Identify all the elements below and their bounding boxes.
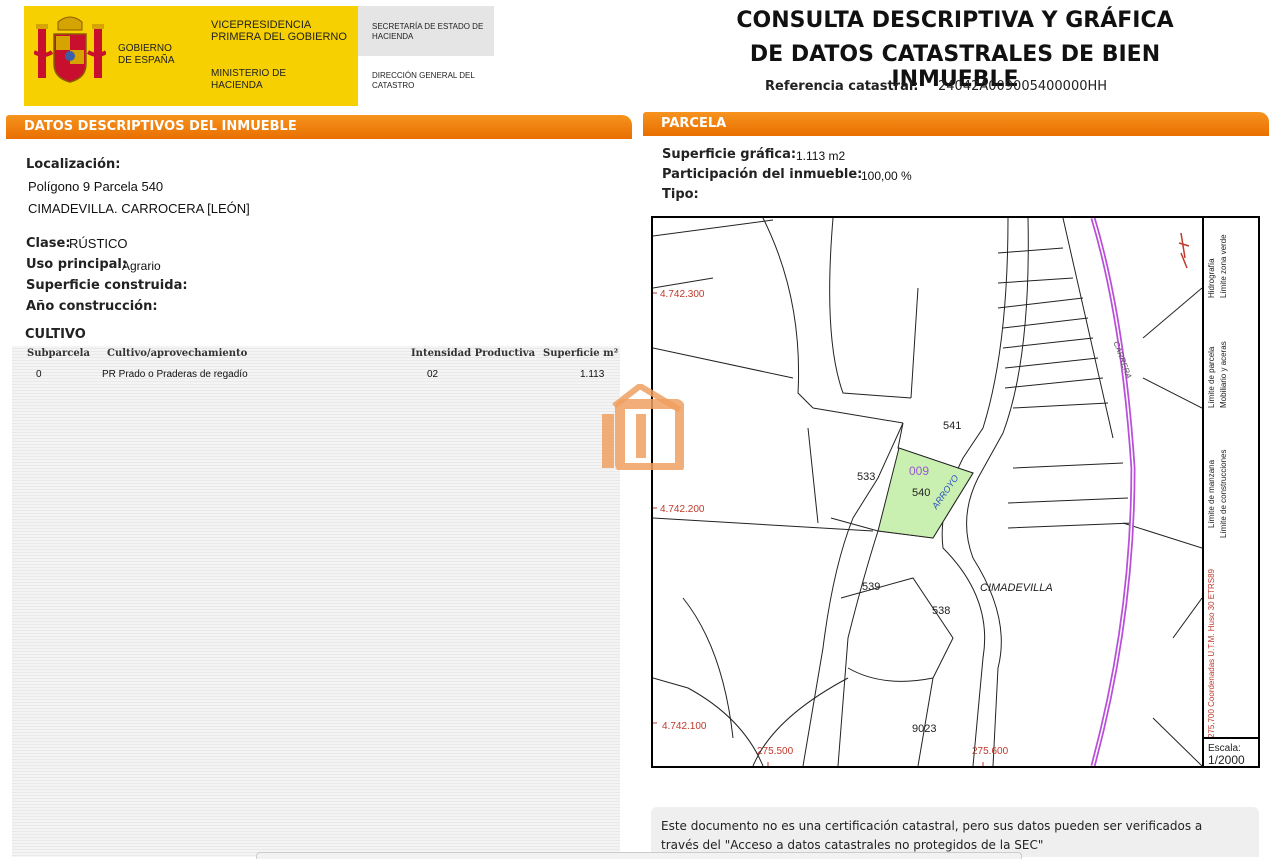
parcel-number: 533: [857, 471, 876, 483]
localizacion-line2: CIMADEVILLA. CARROCERA [LEÓN]: [28, 201, 250, 216]
cell-superficie: 1.113: [580, 369, 605, 380]
tipo-label: Tipo:: [662, 187, 699, 202]
ref-value: 24042A009005400000HH: [938, 79, 1108, 94]
section-header-descriptivos: DATOS DESCRIPTIVOS DEL INMUEBLE: [6, 115, 632, 139]
cultivo-title: CULTIVO: [25, 327, 86, 342]
coat-of-arms-icon: [34, 16, 106, 83]
col-header-cultivo: Cultivo/aprovechamiento: [107, 348, 248, 359]
direccion-label: DIRECCIÓN GENERAL DEL CATASTRO: [372, 71, 475, 90]
col-header-subparcela: Subparcela: [27, 348, 90, 359]
poligono-number: 009: [909, 464, 930, 478]
page-title-line1: CONSULTA DESCRIPTIVA Y GRÁFICA: [736, 8, 1174, 33]
x-label: 275.600: [972, 746, 1009, 757]
vicepresidencia-label: VICEPRESIDENCIA PRIMERA DEL GOBIERNO: [211, 19, 347, 43]
ministerio-label: MINISTERIO DE HACIENDA: [211, 68, 287, 91]
disclaimer-line2: través del "Acceso a datos catastrales n…: [661, 838, 1044, 852]
gov-name: GOBIERNO DE ESPAÑA: [118, 43, 175, 66]
participacion-value: 100,00 %: [861, 169, 912, 183]
clase-label: Clase:: [26, 236, 71, 251]
parcel-number: 541: [943, 420, 962, 432]
cell-cultivo: PR Prado o Praderas de regadío: [102, 369, 248, 380]
localizacion-label: Localización:: [26, 157, 121, 172]
legend-limite-zona-verde: Límite zona verde: [1219, 234, 1228, 298]
y-label: 4.742.100: [662, 721, 707, 732]
parcel-number-selected[interactable]: 540: [912, 487, 930, 499]
cultivo-table: [12, 346, 620, 857]
horizontal-scrollbar[interactable]: [256, 852, 1022, 859]
disclaimer-line1: Este documento no es una certificación c…: [661, 819, 1203, 833]
watermark-logo-icon: [602, 384, 684, 470]
cell-intensidad: 02: [427, 369, 439, 380]
col-header-intensidad: Intensidad Productiva: [411, 348, 536, 359]
secretaria-label: SECRETARÍA DE ESTADO DE HACIENDA: [372, 22, 484, 41]
legend-scale-divider: [1204, 737, 1260, 739]
legend-hidrografia: Hidrografía: [1207, 258, 1216, 298]
superficie-grafica-value: 1.113 m2: [796, 149, 846, 163]
participacion-label: Participación del inmueble:: [662, 167, 863, 182]
superficie-construida-label: Superficie construida:: [26, 278, 188, 293]
parcel-number: 9023: [912, 723, 937, 735]
cell-subparcela: 0: [36, 369, 42, 380]
section-header-parcela: PARCELA: [643, 112, 1269, 136]
anio-construccion-label: Año construcción:: [26, 299, 158, 314]
table-row: 0 PR Prado o Praderas de regadío 02 1.11…: [12, 364, 620, 384]
legend-limite-manzana: Límite de manzana: [1207, 459, 1216, 528]
superficie-grafica-label: Superficie gráfica:: [662, 147, 797, 162]
y-label: 4.742.200: [660, 504, 705, 515]
legend-limite-construcciones: Límite de construcciones: [1219, 449, 1228, 539]
localizacion-line1: Polígono 9 Parcela 540: [28, 179, 164, 194]
col-header-superficie: Superficie m²: [543, 348, 619, 359]
ref-label: Referencia catastral:: [765, 79, 919, 94]
parcel-number: 538: [932, 605, 951, 617]
place-label: CIMADEVILLA: [980, 582, 1053, 594]
scale-value: 1/2000: [1208, 753, 1245, 767]
clase-value: RÚSTICO: [69, 236, 128, 251]
parcel-number: 539: [862, 581, 881, 593]
legend-mobiliario: Mobiliario y aceras: [1219, 341, 1228, 408]
y-label: 4.742.300: [660, 289, 705, 300]
uso-value: Agrario: [122, 259, 161, 273]
legend-coords: 275,700 Coordenadas U.T.M. Huso 30 ETRS8…: [1207, 569, 1216, 738]
x-label: 275.500: [757, 746, 794, 757]
legend-limite-parcela: Límite de parcela: [1207, 346, 1216, 408]
map-legend: 275,700 Coordenadas U.T.M. Huso 30 ETRS8…: [1204, 218, 1258, 738]
uso-label: Uso principal:: [26, 257, 128, 272]
